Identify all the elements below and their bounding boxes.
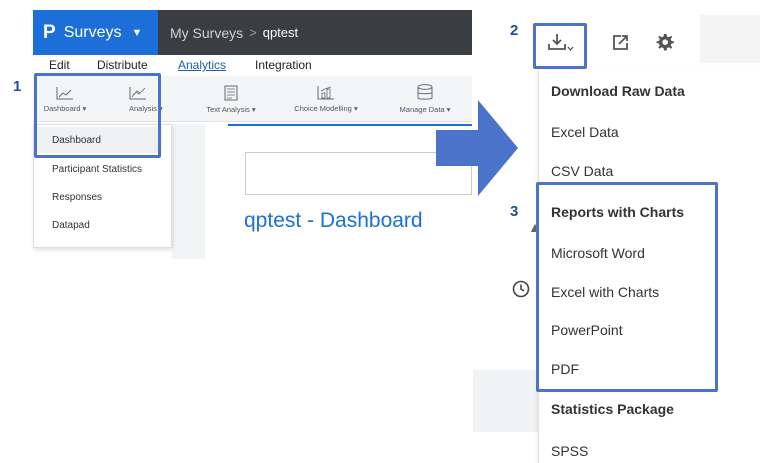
callout-number-1: 1: [13, 78, 22, 95]
arrow-icon: [436, 100, 518, 196]
toolbar-gray-area: [700, 15, 760, 63]
menu-item-datapad[interactable]: Datapad: [52, 220, 90, 231]
chevron-down-icon: ▼: [131, 26, 143, 39]
surveys-menu-button[interactable]: P Surveys ▼: [33, 10, 158, 55]
tab-distribute[interactable]: Distribute: [97, 58, 148, 72]
tab-analytics[interactable]: Analytics: [178, 58, 226, 72]
callout-number-3: 3: [510, 203, 519, 220]
text-analysis-tool-button[interactable]: Text Analysis ▾: [201, 76, 261, 122]
app-name: Surveys: [63, 23, 122, 41]
app-header: P Surveys ▼ My Surveys > qptest: [33, 10, 472, 55]
menu-header-raw-data: Download Raw Data: [551, 83, 685, 99]
sidebar-background: [172, 124, 205, 259]
choice-modelling-tool-label: Choice Modelling ▾: [294, 104, 358, 113]
survey-subnav: Edit Distribute Analytics Integration: [33, 55, 472, 75]
menu-item-participant-statistics[interactable]: Participant Statistics: [52, 164, 142, 175]
breadcrumb-separator: >: [249, 25, 257, 40]
highlight-box-2: [533, 23, 587, 69]
gear-icon[interactable]: [656, 33, 674, 56]
share-icon[interactable]: [612, 33, 630, 56]
menu-header-statistics: Statistics Package: [551, 401, 674, 417]
database-icon: [417, 84, 433, 101]
breadcrumb-my-surveys[interactable]: My Surveys: [170, 25, 243, 41]
brand-logo: P: [43, 21, 56, 43]
document-icon: [224, 85, 238, 101]
menu-item-csv-data[interactable]: CSV Data: [551, 163, 613, 179]
clock-icon: [512, 280, 530, 303]
choice-modelling-tool-button[interactable]: Choice Modelling ▾: [286, 76, 366, 122]
tab-integration[interactable]: Integration: [255, 58, 312, 72]
bar-chart-icon: [317, 85, 335, 100]
highlight-box-3: [536, 182, 718, 392]
highlight-box-1: [34, 73, 161, 158]
background-row: [473, 370, 538, 432]
menu-item-excel-data[interactable]: Excel Data: [551, 124, 619, 140]
menu-item-responses[interactable]: Responses: [52, 192, 102, 203]
breadcrumb: My Surveys > qptest: [170, 10, 298, 55]
callout-number-2: 2: [510, 22, 519, 39]
text-analysis-tool-label: Text Analysis ▾: [206, 104, 256, 114]
page-title: qptest - Dashboard: [244, 209, 423, 232]
menu-item-spss[interactable]: SPSS: [551, 443, 588, 459]
tab-edit[interactable]: Edit: [49, 58, 70, 72]
breadcrumb-current: qptest: [262, 25, 299, 40]
